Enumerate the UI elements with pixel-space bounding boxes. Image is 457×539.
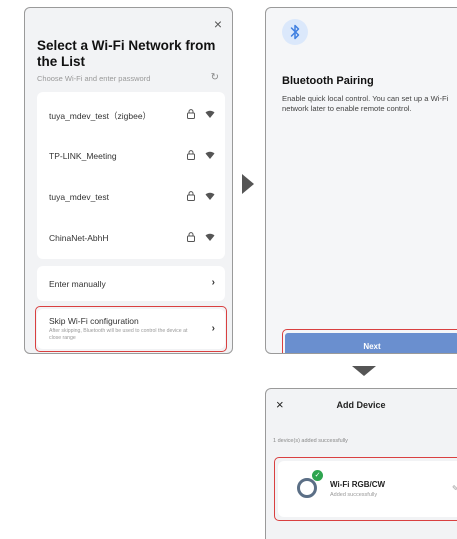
page-subtitle: Choose Wi-Fi and enter password (37, 74, 151, 83)
wifi-icon (205, 192, 215, 200)
bluetooth-icon (282, 19, 308, 45)
wifi-network-name: TP-LINK_Meeting (49, 151, 117, 161)
wifi-network-name: tuya_mdev_test（zigbee） (49, 111, 152, 121)
highlight-box (35, 306, 227, 352)
lock-icon (187, 109, 195, 119)
wifi-network-item[interactable]: tuya_mdev_test (37, 177, 225, 217)
bluetooth-pairing-screen: Bluetooth Pairing Enable quick local con… (265, 7, 457, 354)
added-count-text: 1 device(s) added successfully (273, 438, 348, 444)
arrow-right-icon (242, 174, 254, 194)
wifi-icon (205, 233, 215, 241)
page-title: Bluetooth Pairing (282, 75, 374, 87)
wifi-network-name: tuya_mdev_test (49, 192, 110, 202)
wifi-icon (205, 110, 215, 118)
lock-icon (187, 232, 195, 242)
wifi-network-item[interactable]: tuya_mdev_test（zigbee） (37, 95, 225, 135)
arrow-down-icon (352, 366, 376, 376)
enter-manually-button[interactable]: Enter manually › (37, 266, 225, 301)
add-device-screen: × Add Device 1 device(s) added successfu… (265, 388, 457, 539)
refresh-icon[interactable]: ↻ (211, 72, 219, 83)
wifi-network-name: ChinaNet-AbhH (49, 233, 109, 243)
lock-icon (187, 191, 195, 201)
page-title: Select a Wi-Fi Network from the List (37, 38, 216, 69)
lock-icon (187, 150, 195, 160)
enter-manually-label: Enter manually (49, 279, 106, 289)
wifi-network-item[interactable]: TP-LINK_Meeting (37, 136, 225, 176)
wifi-network-list: tuya_mdev_test（zigbee） TP-LINK_Meeting t… (37, 92, 225, 259)
page-title: Add Device (336, 400, 386, 410)
chevron-right-icon: › (211, 277, 215, 288)
close-icon[interactable]: × (214, 16, 222, 32)
wifi-selection-screen: × Select a Wi-Fi Network from the List C… (24, 7, 233, 354)
highlight-box (274, 457, 457, 521)
wifi-network-item[interactable]: ChinaNet-AbhH (37, 218, 225, 258)
highlight-box (282, 329, 457, 353)
page-description: Enable quick local control. You can set … (282, 94, 449, 113)
wifi-icon (205, 151, 215, 159)
